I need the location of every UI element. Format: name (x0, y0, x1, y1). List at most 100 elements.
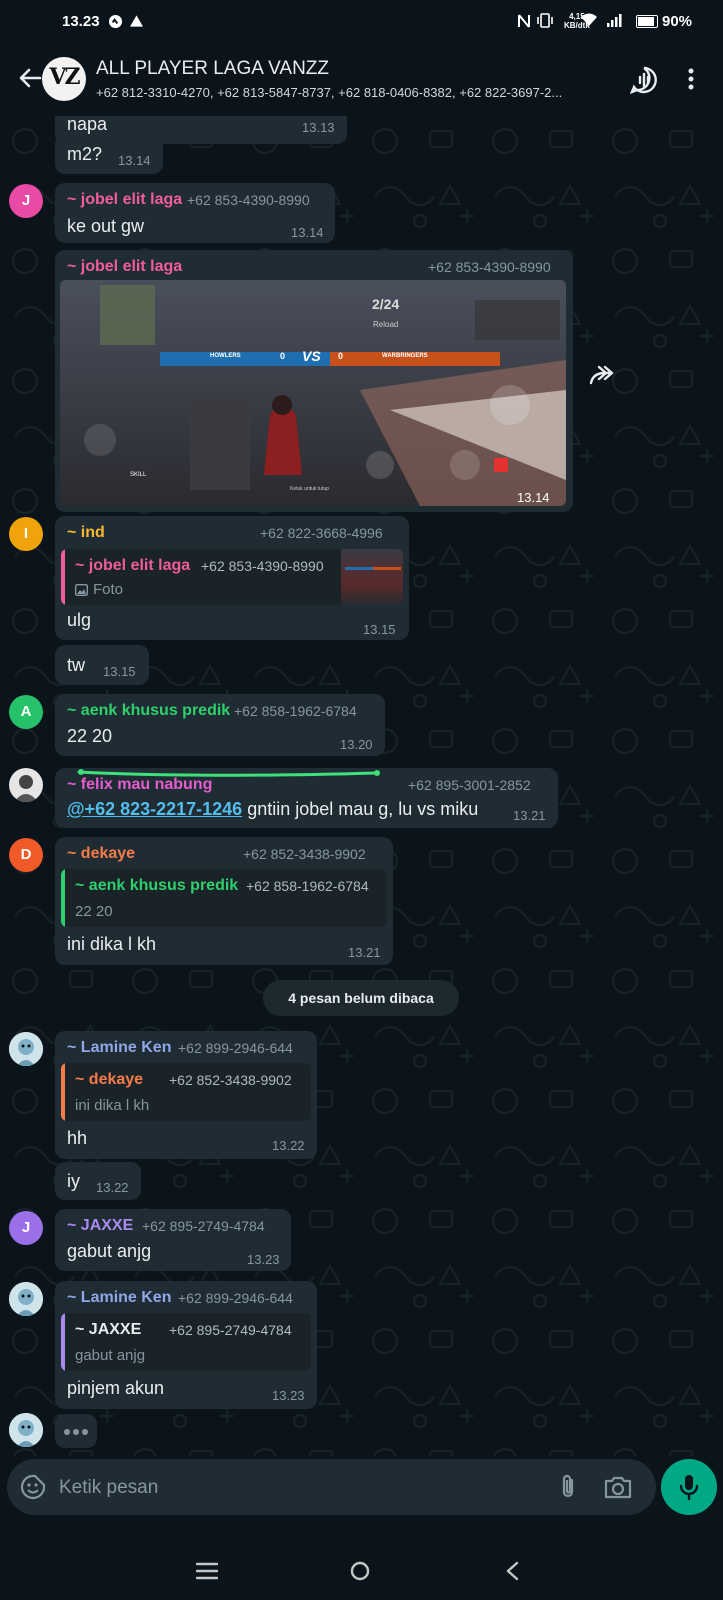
sender-phone: +62 852-3438-9902 (243, 846, 366, 862)
message-text: ini dika l kh (67, 934, 157, 954)
message-text: ulg (67, 610, 92, 630)
home-icon[interactable] (350, 1561, 370, 1581)
whatsapp-status-icon (108, 14, 123, 29)
score-left: 0 (280, 351, 286, 361)
avatar[interactable]: I (9, 517, 43, 551)
voice-message-button[interactable] (661, 1459, 717, 1515)
sender-name[interactable]: ~ Lamine Ken (67, 1039, 171, 1057)
quoted-sender: ~ JAXXE (75, 1321, 142, 1338)
message-text: ke out gw (67, 216, 145, 236)
avatar[interactable]: J (9, 184, 43, 218)
quoted-message[interactable]: ~ jobel elit laga +62 853-4390-8990 Foto (61, 549, 403, 605)
sender-name[interactable]: ~ dekaye (67, 845, 135, 863)
unread-messages-divider: 4 pesan belum dibaca (263, 980, 459, 1016)
mention-link[interactable]: @+62 823-2217-1246 (67, 799, 242, 819)
vibrate-icon (537, 13, 553, 28)
more-options-icon[interactable] (688, 68, 694, 90)
tap-hint: Ketuk untuk tutup (290, 486, 329, 492)
quoted-message[interactable]: ~ aenk khusus predik +62 858-1962-6784 2… (61, 869, 387, 927)
recent-apps-icon[interactable] (196, 1562, 218, 1580)
quoted-message[interactable]: ~ JAXXE +62 895-2749-4784 gabut anjg (61, 1313, 311, 1371)
ammo-count: 2/24 (372, 296, 400, 312)
nfc-icon (518, 14, 530, 28)
message-time: 13.20 (340, 737, 373, 752)
avatar[interactable] (9, 1282, 43, 1316)
chat-header: VZ ALL PLAYER LAGA VANZZ +62 812-3310-42… (0, 44, 723, 116)
avatar-photo (14, 775, 38, 802)
group-title[interactable]: ALL PLAYER LAGA VANZZ (96, 58, 329, 80)
avatar-photo (9, 1282, 43, 1316)
message-bubble[interactable]: ~ dekaye +62 852-3438-9902 ~ aenk khusus… (55, 837, 393, 965)
sender-name[interactable]: ~ Lamine Ken (67, 1289, 171, 1307)
avatar[interactable] (9, 1413, 43, 1447)
sender-name[interactable]: ~ ind (67, 524, 105, 542)
battery-level: 90% (662, 13, 693, 30)
attach-icon[interactable] (555, 1473, 581, 1501)
message-bubble[interactable]: ~ ind +62 822-3668-4996 ~ jobel elit lag… (55, 516, 409, 640)
signal-icon (607, 14, 622, 27)
message-text: @+62 823-2217-1246 gntiin jobel mau g, l… (67, 799, 478, 820)
camera-icon[interactable] (603, 1473, 633, 1501)
message-time: 13.15 (363, 622, 396, 637)
warning-icon (130, 15, 143, 27)
quoted-text: Foto (93, 581, 124, 598)
typing-dot (82, 1429, 88, 1435)
message-text: gabut anjg (67, 1241, 152, 1261)
message-bubble[interactable]: ~ jobel elit laga +62 853-4390-8990 ke o… (55, 183, 335, 243)
avatar[interactable]: J (9, 1211, 43, 1245)
message-bubble[interactable]: tw 13.15 (55, 645, 149, 685)
message-bubble[interactable]: ~ Lamine Ken +62 899-2946-644 ~ dekaye +… (55, 1031, 317, 1159)
quoted-sender: ~ dekaye (75, 1071, 144, 1088)
message-bubble[interactable]: ~ felix mau nabung +62 895-3001-2852 @+6… (55, 768, 558, 828)
message-bubble[interactable]: ~ JAXXE +62 895-2749-4784 gabut anjg 13.… (55, 1209, 291, 1271)
message-time: 13.21 (513, 808, 546, 823)
message-text: iy (67, 1171, 80, 1191)
sticker-emoji-icon[interactable] (19, 1473, 47, 1501)
message-time: 13.23 (272, 1388, 305, 1403)
avatar[interactable]: D (9, 838, 43, 872)
avatar[interactable] (9, 1032, 43, 1066)
quoted-message[interactable]: ~ dekaye +62 852-3438-9902 ini dika l kh (61, 1063, 311, 1121)
message-time: 13.14 (118, 153, 151, 168)
message-bubble[interactable]: ~ Lamine Ken +62 899-2946-644 ~ JAXXE +6… (55, 1281, 317, 1409)
green-scribble (77, 769, 380, 777)
quoted-thumbnail (341, 549, 403, 605)
quote-bar (61, 1063, 65, 1121)
quote-bar (61, 869, 65, 927)
reload-label: Reload (373, 320, 399, 329)
game-screenshot-image[interactable]: HOWLERS 0 VS 0 WARBRINGERS 2/24 Reload S… (60, 280, 566, 506)
voice-chat-icon[interactable] (630, 66, 658, 94)
image-message-bubble[interactable]: ~ jobel elit laga +62 853-4390-8990 HOWL… (55, 250, 573, 512)
sender-name[interactable]: ~ jobel elit laga (67, 191, 182, 209)
avatar[interactable]: A (9, 695, 43, 729)
message-composer (7, 1459, 656, 1515)
unread-messages-label: 4 pesan belum dibaca (288, 990, 434, 1006)
status-bar: 13.23 4,15 KB/dtk 90% (0, 0, 723, 44)
avatar[interactable] (9, 768, 43, 802)
sender-name[interactable]: ~ JAXXE (67, 1217, 133, 1235)
chat-area[interactable]: napa 13.13 m2? 13.14 J ~ jobel elit laga… (0, 116, 723, 1456)
message-text: tw (67, 655, 85, 675)
forward-icon[interactable] (583, 357, 623, 397)
status-time: 13.23 (62, 13, 100, 30)
group-members[interactable]: +62 812-3310-4270, +62 813-5847-8737, +6… (96, 85, 616, 100)
message-time: 13.22 (272, 1138, 305, 1153)
message-text: pinjem akun (67, 1378, 165, 1398)
message-bubble[interactable]: ~ aenk khusus predik +62 858-1962-6784 2… (55, 694, 385, 756)
group-avatar[interactable]: VZ (42, 57, 86, 101)
team-right-name: WARBRINGERS (382, 353, 428, 359)
typing-dot (73, 1429, 79, 1435)
sender-name[interactable]: ~ aenk khusus predik (67, 702, 230, 720)
message-input[interactable] (57, 1469, 481, 1507)
skill-label: SKILL (130, 472, 147, 478)
battery-icon (636, 15, 658, 28)
sender-name[interactable]: ~ jobel elit laga (67, 258, 182, 276)
message-bubble[interactable]: m2? 13.14 (55, 134, 163, 174)
quote-bar (61, 1313, 65, 1371)
back-nav-icon[interactable] (505, 1561, 519, 1581)
photo-icon (75, 584, 88, 596)
sender-phone: +62 858-1962-6784 (234, 703, 357, 719)
quoted-phone: +62 895-2749-4784 (169, 1322, 292, 1338)
wifi-icon (581, 13, 597, 26)
message-bubble[interactable]: iy 13.22 (55, 1162, 141, 1200)
